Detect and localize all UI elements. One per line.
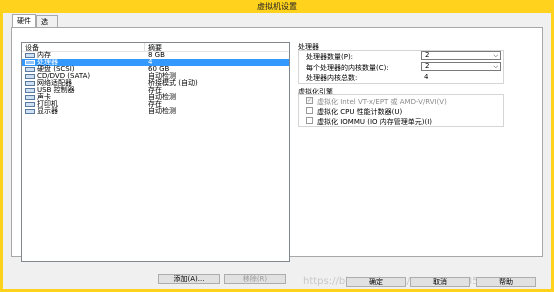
- chevron-down-icon: ⌵: [493, 52, 498, 59]
- virtualize-iommu-label: 虚拟化 IOMMU (IO 内存管理单元)(I): [317, 118, 433, 126]
- processor-count-select[interactable]: 2 ⌵: [421, 51, 501, 60]
- virtualize-vtx-label: 虚拟化 Intel VT-x/EPT 或 AMD-V/RVI(V): [317, 98, 447, 106]
- cores-per-processor-value: 2: [425, 62, 430, 70]
- usb-icon: [25, 88, 35, 93]
- ok-button[interactable]: 确定: [346, 277, 406, 287]
- cores-per-processor-select[interactable]: 2 ⌵: [421, 62, 501, 71]
- dialog-body: 硬件 选项 设备 摘要 内存8 GB处理器4硬盘 (SCSI)60 GBCD/D…: [3, 13, 551, 289]
- processor-icon: [25, 60, 35, 65]
- chevron-down-icon: ⌵: [493, 63, 498, 70]
- cd-dvd-icon: [25, 74, 35, 79]
- hardware-panel: 设备 摘要 内存 8 GB 处理器 4 硬盘 (SCSI) 60 GB CD/DVD (SA…: [11, 27, 543, 284]
- device-summary: 自动检测: [148, 107, 176, 115]
- virtualize-cpu-counters-checkbox[interactable]: [306, 107, 313, 114]
- device-list: 设备 摘要 内存 8 GB 处理器 4 硬盘 (SCSI) 60 GB CD/DVD (SA…: [21, 42, 290, 262]
- processor-count-label: 处理器数量(P):: [306, 53, 354, 61]
- virtualize-cpu-counters-label: 虚拟化 CPU 性能计数器(U): [317, 108, 403, 116]
- total-cores-value: 4: [424, 73, 429, 81]
- add-device-button[interactable]: 添加(A)...: [158, 274, 220, 284]
- device-rows: 内存 8 GB 处理器 4 硬盘 (SCSI) 60 GB CD/DVD (SATA) 自动检…: [22, 52, 289, 115]
- tab-hardware[interactable]: 硬件: [12, 14, 36, 27]
- virtualize-iommu-checkbox[interactable]: [306, 117, 313, 124]
- remove-device-button[interactable]: 移除(R): [224, 274, 286, 284]
- column-divider[interactable]: [144, 43, 145, 52]
- hard-disk-icon: [25, 67, 35, 72]
- check-icon: ✓: [307, 97, 313, 104]
- virtualize-vtx-checkbox[interactable]: ✓: [306, 97, 313, 104]
- memory-icon: [25, 53, 35, 58]
- device-name: 显示器: [37, 107, 58, 115]
- window-title: 虚拟机设置: [257, 2, 297, 11]
- help-button[interactable]: 帮助: [476, 277, 536, 287]
- display-icon: [25, 109, 35, 114]
- cancel-button[interactable]: 取消: [410, 277, 470, 287]
- vm-settings-window: 虚拟机设置 硬件 选项 设备 摘要 内存8 GB处理器4硬盘 (SCSI)60 …: [0, 0, 554, 292]
- device-row[interactable]: 显示器 自动检测: [22, 108, 289, 115]
- total-cores-label: 处理器内核总数:: [306, 74, 358, 82]
- title-bar[interactable]: 虚拟机设置: [0, 0, 554, 13]
- device-row[interactable]: 内存 8 GB: [22, 52, 289, 59]
- cores-per-processor-label: 每个处理器的内核数量(C):: [306, 64, 389, 72]
- network-adapter-icon: [25, 81, 35, 86]
- tab-options[interactable]: 选项: [36, 15, 58, 36]
- printer-icon: [25, 102, 35, 107]
- sound-card-icon: [25, 95, 35, 100]
- processor-count-value: 2: [425, 51, 430, 59]
